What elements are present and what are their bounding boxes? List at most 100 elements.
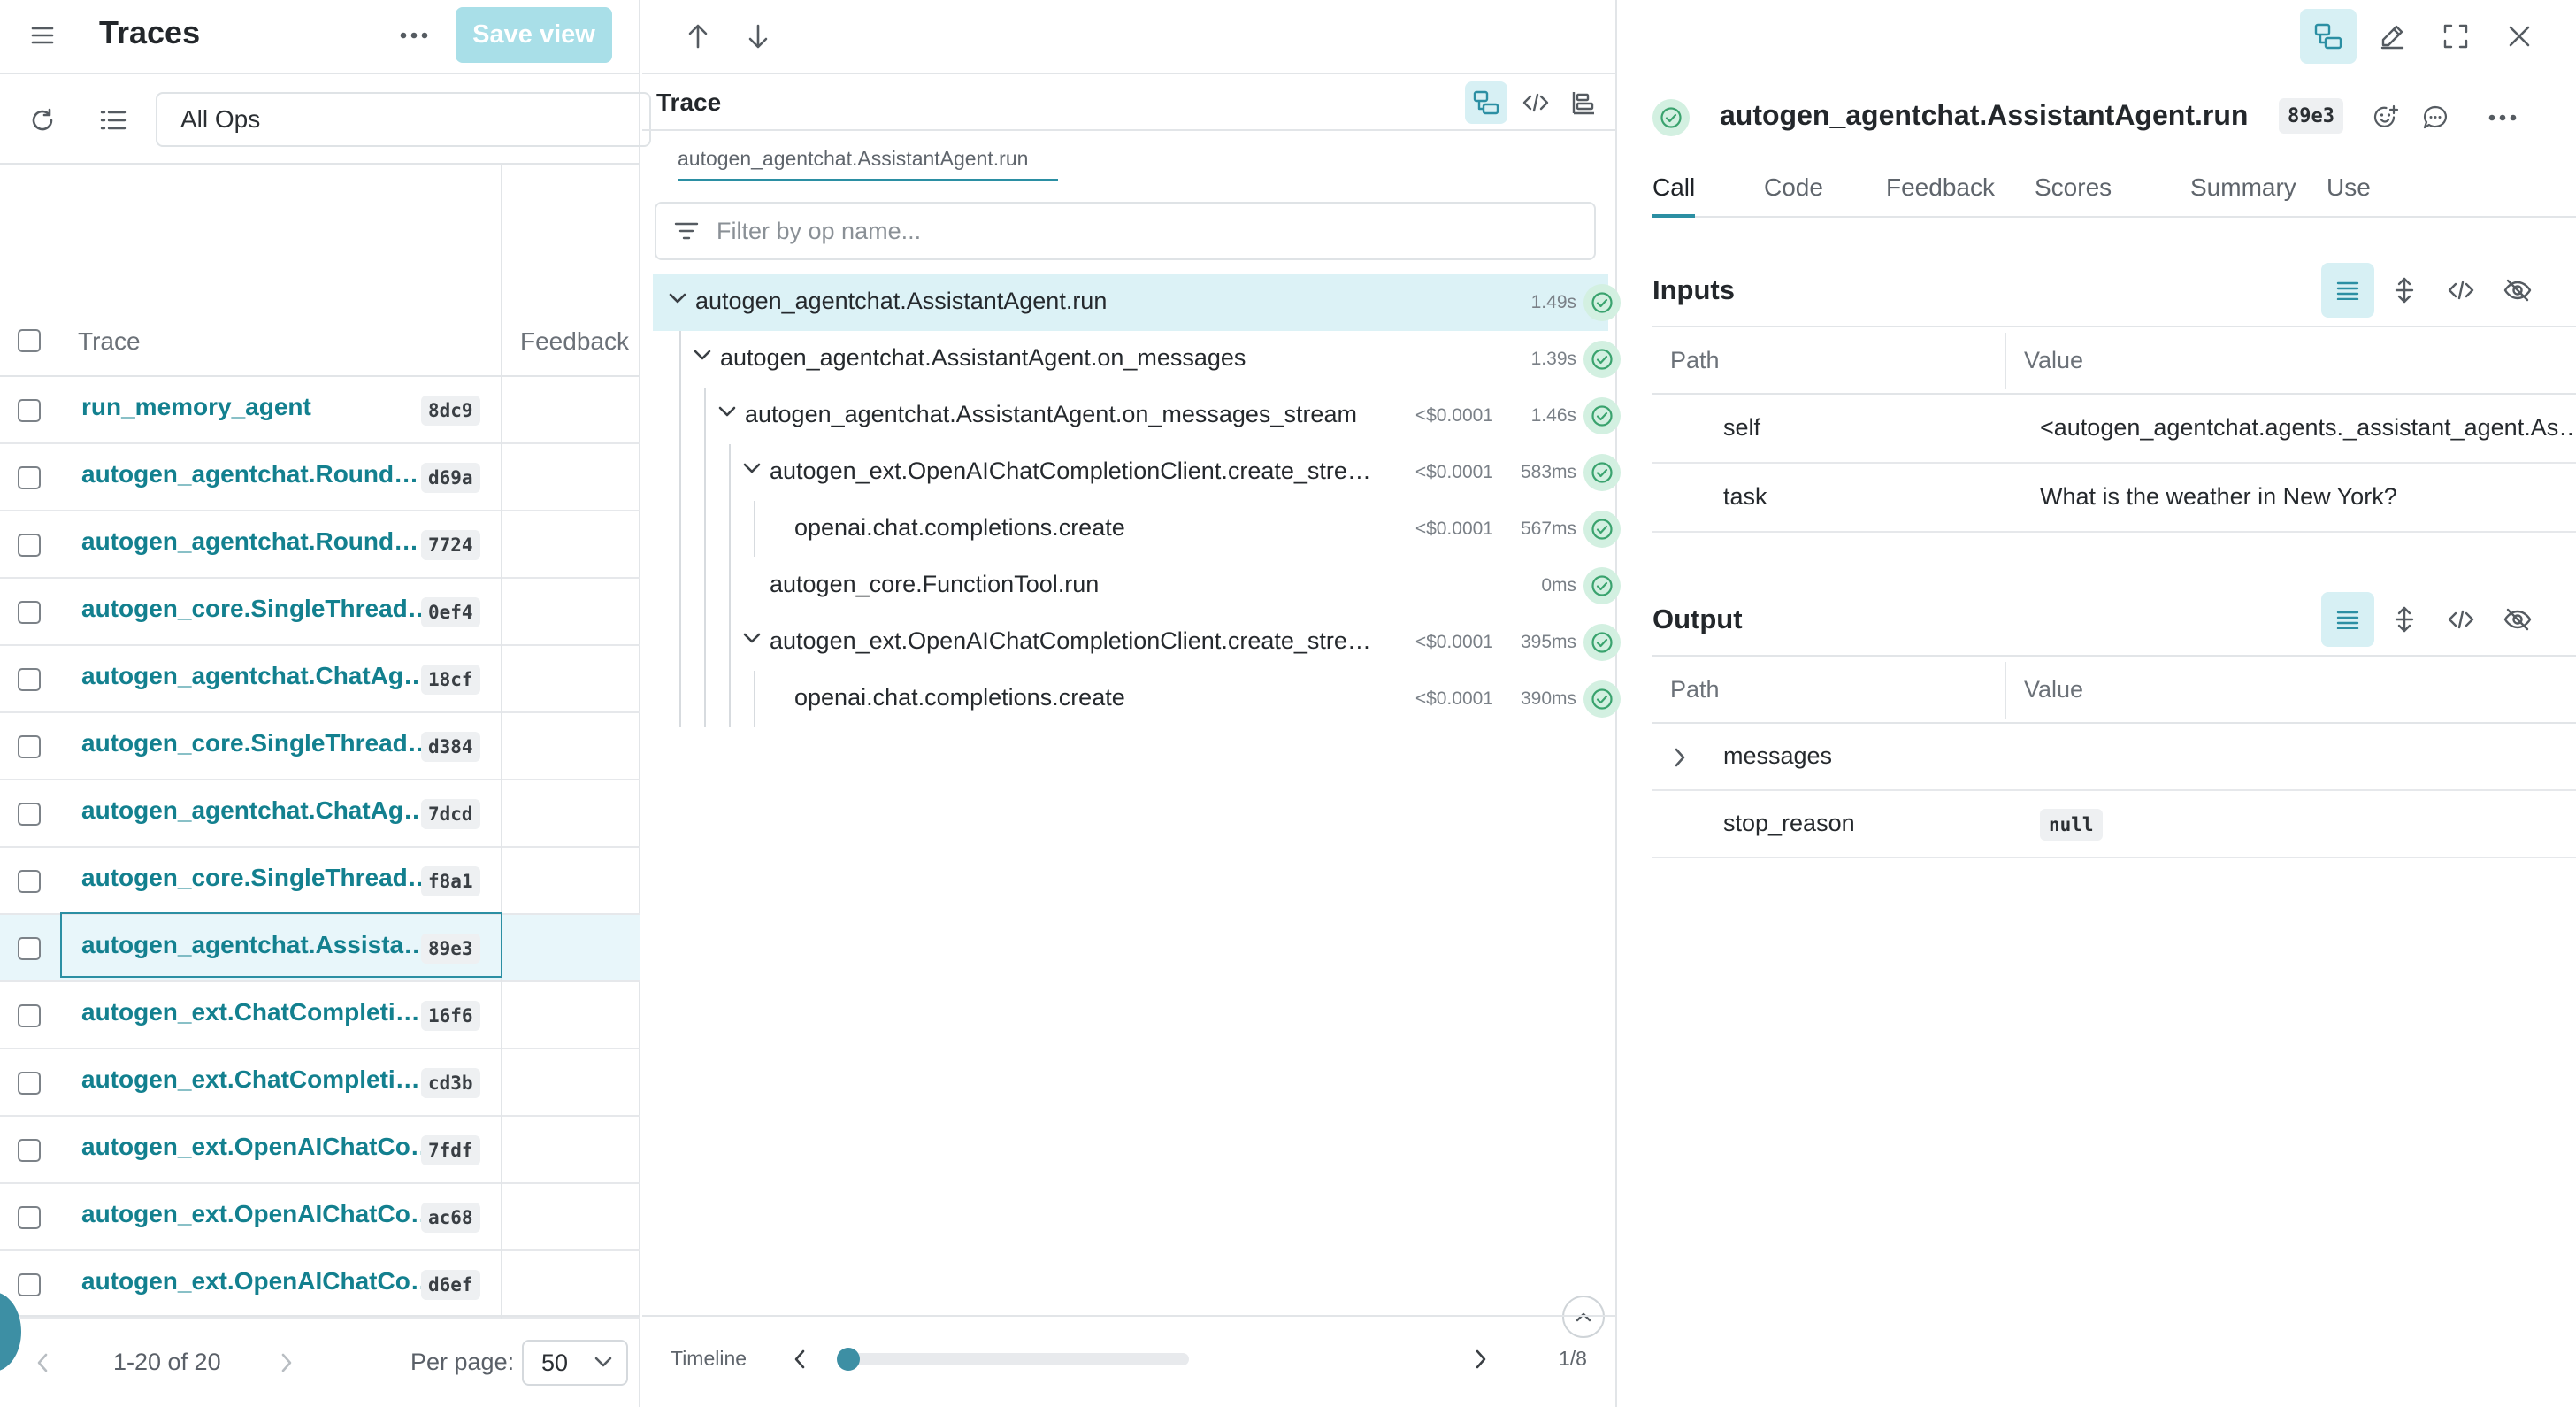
- tab-code[interactable]: Code: [1764, 173, 1823, 202]
- table-row[interactable]: autogen_core.SingleThread… d384: [0, 713, 640, 780]
- chevron-right-icon[interactable]: [1674, 747, 1686, 768]
- chevron-down-icon[interactable]: [718, 405, 736, 418]
- table-row[interactable]: autogen_core.SingleThread… 0ef4: [0, 579, 640, 646]
- menu-icon[interactable]: [19, 18, 65, 53]
- arrow-down-icon[interactable]: [738, 16, 778, 57]
- trace-name-link[interactable]: run_memory_agent: [81, 393, 311, 421]
- row-checkbox[interactable]: [18, 1139, 41, 1162]
- trace-name-link[interactable]: autogen_ext.ChatCompleti…: [81, 998, 420, 1026]
- row-checkbox[interactable]: [18, 399, 41, 422]
- trace-name-link[interactable]: autogen_ext.OpenAIChatCo…: [81, 1267, 435, 1296]
- trace-name-link[interactable]: autogen_ext.ChatCompleti…: [81, 1065, 420, 1094]
- timeline-track[interactable]: [849, 1353, 1189, 1365]
- chevron-down-icon[interactable]: [694, 349, 711, 361]
- expand-rows-icon[interactable]: [2378, 263, 2431, 318]
- tree-view-icon[interactable]: [1465, 81, 1507, 124]
- row-checkbox[interactable]: [18, 735, 41, 758]
- tree-node[interactable]: autogen_agentchat.AssistantAgent.on_mess…: [653, 331, 1621, 388]
- tab-feedback[interactable]: Feedback: [1886, 173, 1995, 202]
- hide-icon[interactable]: [2491, 263, 2544, 318]
- table-row[interactable]: autogen_ext.ChatCompleti… cd3b: [0, 1049, 640, 1117]
- prev-page-icon[interactable]: [27, 1347, 58, 1379]
- timeline-prev-icon[interactable]: [784, 1343, 816, 1375]
- more-options-icon[interactable]: [391, 18, 437, 53]
- filter-input[interactable]: Filter by op name...: [655, 202, 1596, 260]
- timeline-slider-handle[interactable]: [837, 1348, 860, 1371]
- row-checkbox[interactable]: [18, 1273, 41, 1296]
- tree-node[interactable]: autogen_agentchat.AssistantAgent.on_mess…: [653, 388, 1621, 444]
- table-row[interactable]: autogen_agentchat.ChatAg… 7dcd: [0, 780, 640, 848]
- trace-name-link[interactable]: autogen_ext.OpenAIChatCo…: [81, 1133, 435, 1161]
- tab-use[interactable]: Use: [2327, 173, 2371, 202]
- add-reaction-icon[interactable]: [2364, 96, 2408, 140]
- row-checkbox[interactable]: [18, 534, 41, 557]
- trace-name-link[interactable]: autogen_core.SingleThread…: [81, 729, 433, 757]
- timeline-label: Timeline: [671, 1347, 748, 1370]
- code-view-icon[interactable]: [2434, 592, 2488, 647]
- collapse-timeline-button[interactable]: [1562, 1296, 1605, 1338]
- expand-rows-icon[interactable]: [2378, 592, 2431, 647]
- table-row[interactable]: autogen_agentchat.Round… 7724: [0, 511, 640, 579]
- fullscreen-icon[interactable]: [2431, 9, 2480, 64]
- per-page-select[interactable]: 50: [522, 1340, 628, 1386]
- select-all-checkbox[interactable]: [18, 329, 41, 352]
- timeline-view-icon[interactable]: [1562, 81, 1605, 124]
- row-checkbox[interactable]: [18, 1072, 41, 1095]
- row-checkbox[interactable]: [18, 668, 41, 691]
- arrow-up-icon[interactable]: [678, 16, 718, 57]
- table-row[interactable]: autogen_ext.OpenAIChatCo… d6ef: [0, 1251, 640, 1319]
- refresh-icon[interactable]: [21, 99, 64, 142]
- trace-name-link[interactable]: autogen_agentchat.Assista…: [81, 931, 428, 959]
- tree-node[interactable]: autogen_agentchat.AssistantAgent.run 1.49…: [653, 274, 1621, 331]
- trace-name-link[interactable]: autogen_agentchat.Round…: [81, 460, 418, 488]
- row-checkbox[interactable]: [18, 803, 41, 826]
- close-icon[interactable]: [2495, 9, 2544, 64]
- more-options-icon[interactable]: [2479, 96, 2526, 140]
- trace-name-link[interactable]: autogen_core.SingleThread…: [81, 864, 433, 892]
- table-view-icon[interactable]: [2321, 592, 2374, 647]
- save-view-button[interactable]: Save view: [456, 7, 612, 63]
- tab-summary[interactable]: Summary: [2190, 173, 2296, 202]
- tab-call[interactable]: Call: [1652, 173, 1695, 202]
- trace-tree-toggle-icon[interactable]: [2300, 9, 2357, 64]
- trace-name-link[interactable]: autogen_core.SingleThread…: [81, 595, 433, 623]
- trace-name-link[interactable]: autogen_agentchat.ChatAg…: [81, 796, 428, 825]
- row-checkbox[interactable]: [18, 870, 41, 893]
- row-checkbox[interactable]: [18, 1206, 41, 1229]
- row-checkbox[interactable]: [18, 466, 41, 489]
- tree-node[interactable]: autogen_core.FunctionTool.run 0ms: [653, 557, 1621, 614]
- table-row[interactable]: autogen_ext.ChatCompleti… 16f6: [0, 982, 640, 1049]
- hide-icon[interactable]: [2491, 592, 2544, 647]
- table-row[interactable]: autogen_agentchat.ChatAg… 18cf: [0, 646, 640, 713]
- tree-node[interactable]: openai.chat.completions.create <$0.0001 56…: [653, 501, 1621, 557]
- op-selector[interactable]: All Ops: [156, 92, 651, 147]
- table-row[interactable]: autogen_agentchat.Round… d69a: [0, 444, 640, 511]
- breadcrumb[interactable]: autogen_agentchat.AssistantAgent.run: [678, 147, 1028, 171]
- table-view-icon[interactable]: [2321, 263, 2374, 318]
- next-page-icon[interactable]: [271, 1347, 303, 1379]
- tree-node[interactable]: openai.chat.completions.create <$0.0001 39…: [653, 671, 1621, 727]
- tree-node[interactable]: autogen_ext.OpenAIChatCompletionClient.c…: [653, 444, 1621, 501]
- table-row[interactable]: autogen_agentchat.Assista… 89e3: [0, 915, 640, 982]
- trace-name-link[interactable]: autogen_agentchat.Round…: [81, 527, 418, 556]
- edit-icon[interactable]: [2367, 9, 2417, 64]
- tab-scores[interactable]: Scores: [2035, 173, 2112, 202]
- table-row[interactable]: autogen_ext.OpenAIChatCo… 7fdf: [0, 1117, 640, 1184]
- columns-icon[interactable]: [92, 99, 134, 142]
- chevron-down-icon[interactable]: [743, 632, 761, 644]
- trace-name-link[interactable]: autogen_ext.OpenAIChatCo…: [81, 1200, 435, 1228]
- code-view-icon[interactable]: [1514, 81, 1557, 124]
- table-row[interactable]: run_memory_agent 8dc9: [0, 377, 640, 444]
- code-view-icon[interactable]: [2434, 263, 2488, 318]
- row-checkbox[interactable]: [18, 937, 41, 960]
- comment-icon[interactable]: [2413, 96, 2457, 140]
- row-checkbox[interactable]: [18, 1004, 41, 1027]
- tree-node[interactable]: autogen_ext.OpenAIChatCompletionClient.c…: [653, 614, 1621, 671]
- table-row[interactable]: autogen_ext.OpenAIChatCo… ac68: [0, 1184, 640, 1251]
- chevron-down-icon[interactable]: [743, 462, 761, 474]
- chevron-down-icon[interactable]: [669, 292, 686, 304]
- row-checkbox[interactable]: [18, 601, 41, 624]
- trace-name-link[interactable]: autogen_agentchat.ChatAg…: [81, 662, 428, 690]
- timeline-next-icon[interactable]: [1465, 1343, 1497, 1375]
- table-row[interactable]: autogen_core.SingleThread… f8a1: [0, 848, 640, 915]
